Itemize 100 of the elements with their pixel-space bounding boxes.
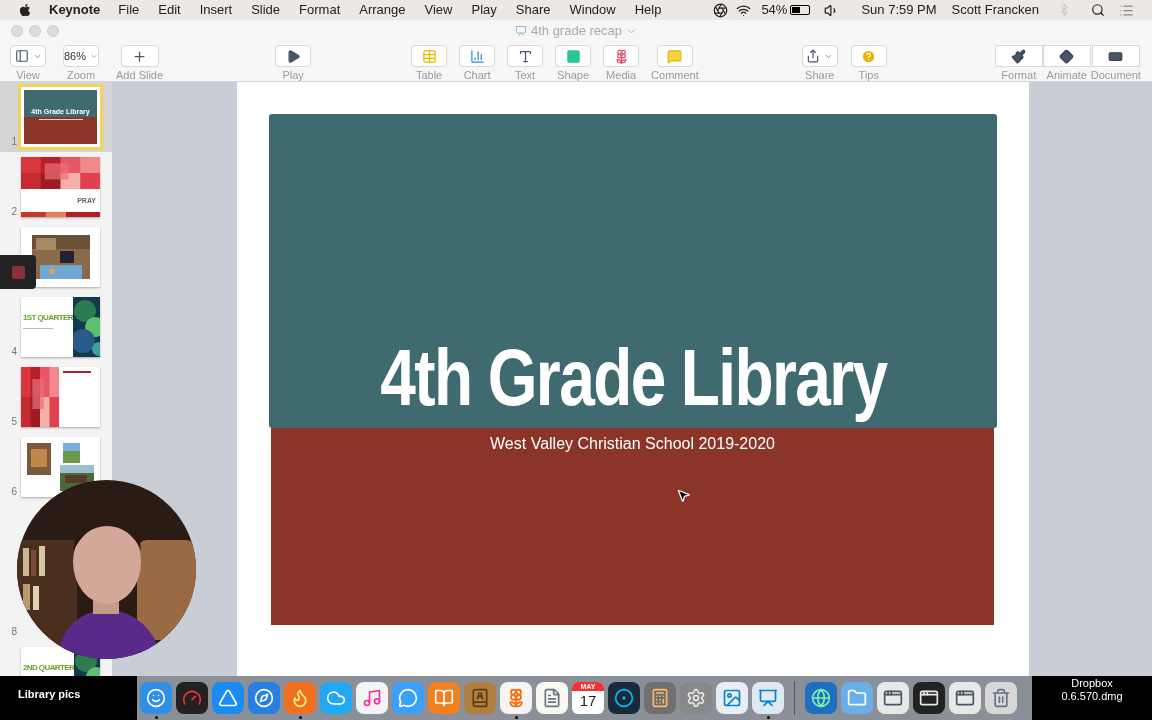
diamond-icon bbox=[1059, 48, 1075, 64]
toolbar-label: Shape bbox=[557, 70, 589, 81]
slide-subtitle[interactable]: West Valley Christian School 2019-2020 bbox=[490, 432, 775, 456]
stop-icon bbox=[11, 265, 25, 279]
trash-icon[interactable] bbox=[985, 682, 1017, 714]
toolbar-label: Share bbox=[805, 70, 835, 81]
folder-icon[interactable] bbox=[841, 682, 873, 714]
tips-icon bbox=[861, 48, 877, 64]
flower-button[interactable] bbox=[603, 45, 640, 67]
sidebar-icon bbox=[14, 49, 29, 63]
slide-number: 6 bbox=[10, 487, 17, 497]
comment-button[interactable] bbox=[656, 45, 693, 67]
apple-icon[interactable] bbox=[18, 3, 32, 17]
document-icon bbox=[514, 25, 527, 37]
music-note-icon[interactable] bbox=[356, 682, 388, 714]
view-button[interactable] bbox=[10, 45, 46, 67]
square-icon bbox=[565, 48, 581, 64]
text-icon bbox=[517, 48, 533, 64]
globe-icon[interactable] bbox=[805, 682, 837, 714]
bar-chart-button[interactable] bbox=[459, 45, 496, 67]
battery-percent: 54% bbox=[761, 1, 788, 20]
slide-thumbnail[interactable] bbox=[21, 367, 100, 427]
bar-chart-icon bbox=[469, 48, 485, 64]
toolbar-label: Play bbox=[282, 70, 304, 81]
search-icon[interactable] bbox=[1091, 3, 1105, 17]
menu-item[interactable]: File bbox=[118, 0, 140, 20]
table-button[interactable] bbox=[411, 45, 448, 67]
gauge-icon[interactable] bbox=[176, 682, 208, 714]
menu-item[interactable]: Insert bbox=[199, 0, 233, 20]
paintbrush-icon bbox=[1011, 48, 1027, 64]
file-label: 0.6.570.dmg bbox=[1061, 690, 1123, 703]
text-button[interactable] bbox=[507, 45, 544, 67]
mouse-pointer-icon bbox=[676, 488, 691, 503]
menu-item[interactable]: Arrange bbox=[359, 0, 406, 20]
wifi-icon[interactable] bbox=[736, 2, 752, 18]
slide-number: 1 bbox=[10, 137, 17, 147]
toolbar-label: Animate bbox=[1046, 70, 1087, 81]
calculator-icon[interactable] bbox=[644, 682, 676, 714]
add-slide-icon bbox=[132, 48, 148, 64]
share-button[interactable] bbox=[801, 45, 838, 67]
comment-icon bbox=[667, 48, 683, 64]
toolbar-label: Add Slide bbox=[116, 70, 164, 81]
compass-icon[interactable] bbox=[248, 682, 280, 714]
menu-item[interactable]: Edit bbox=[158, 0, 181, 20]
menu-item[interactable]: Format bbox=[299, 0, 341, 20]
window-icon[interactable] bbox=[877, 682, 909, 714]
file-label: Library pics bbox=[18, 688, 81, 700]
window-icon[interactable] bbox=[913, 682, 945, 714]
cloud-icon[interactable] bbox=[320, 682, 352, 714]
toolbar-label: Table bbox=[415, 70, 443, 81]
tips-button[interactable] bbox=[850, 45, 887, 67]
play-button[interactable] bbox=[275, 45, 312, 67]
book-icon[interactable] bbox=[428, 682, 460, 714]
square-button[interactable] bbox=[555, 45, 592, 67]
thumbnail-title: 1ST QUARTER bbox=[23, 314, 73, 322]
presentation-icon[interactable] bbox=[752, 682, 784, 714]
flower-icon[interactable] bbox=[500, 682, 532, 714]
menu-item[interactable]: Share bbox=[515, 0, 551, 20]
table-icon bbox=[421, 48, 437, 64]
gear-icon[interactable] bbox=[680, 682, 712, 714]
smiley-icon[interactable] bbox=[140, 682, 172, 714]
menu-item[interactable]: Play bbox=[471, 0, 497, 20]
menu-item[interactable]: Slide bbox=[251, 0, 281, 20]
add-slide-button[interactable] bbox=[120, 45, 159, 67]
list-icon[interactable] bbox=[1119, 2, 1134, 18]
slide-number: 4 bbox=[10, 347, 17, 357]
photo-icon[interactable] bbox=[716, 682, 748, 714]
document-icon[interactable] bbox=[536, 682, 568, 714]
clock[interactable]: Sun 7:59 PM bbox=[861, 0, 937, 20]
calendar-day: 17 bbox=[579, 691, 597, 711]
menu-item[interactable]: Help bbox=[634, 0, 662, 20]
window-icon[interactable] bbox=[949, 682, 981, 714]
battery-icon[interactable] bbox=[790, 5, 811, 15]
recording-menu[interactable] bbox=[0, 255, 36, 289]
slide-number: 5 bbox=[10, 417, 17, 427]
toolbar-label: Tips bbox=[858, 70, 879, 81]
toolbar-label: Media bbox=[606, 70, 637, 81]
paintbrush-button[interactable] bbox=[994, 45, 1043, 67]
lens-icon[interactable] bbox=[608, 682, 640, 714]
swirl-icon[interactable] bbox=[713, 2, 729, 18]
flame-icon[interactable] bbox=[284, 682, 316, 714]
file-label: Dropbox bbox=[1071, 677, 1113, 690]
menu-item[interactable]: Window bbox=[569, 0, 616, 20]
rectangle-button[interactable] bbox=[1091, 45, 1140, 67]
app-menu[interactable]: Keynote bbox=[49, 0, 101, 20]
toolbar-label: View bbox=[16, 70, 40, 81]
play-icon bbox=[285, 48, 301, 64]
diamond-button[interactable] bbox=[1042, 45, 1091, 67]
slide-thumbnail[interactable] bbox=[21, 227, 100, 287]
toolbar-label: Text bbox=[515, 70, 536, 81]
toolbar-label: Chart bbox=[463, 70, 491, 81]
toolbar-label: Format bbox=[1001, 70, 1037, 81]
thumbnail-title: 2ND QUARTER bbox=[23, 664, 75, 672]
speech-bubble-icon[interactable] bbox=[392, 682, 424, 714]
user-name[interactable]: Scott Francken bbox=[951, 0, 1039, 20]
menu-item[interactable]: View bbox=[424, 0, 453, 20]
zoom-button[interactable]: 86% bbox=[63, 45, 99, 67]
address-book-icon[interactable] bbox=[464, 682, 496, 714]
toolbar-label: Document bbox=[1090, 70, 1141, 81]
toolbar-label: Comment bbox=[651, 70, 699, 81]
